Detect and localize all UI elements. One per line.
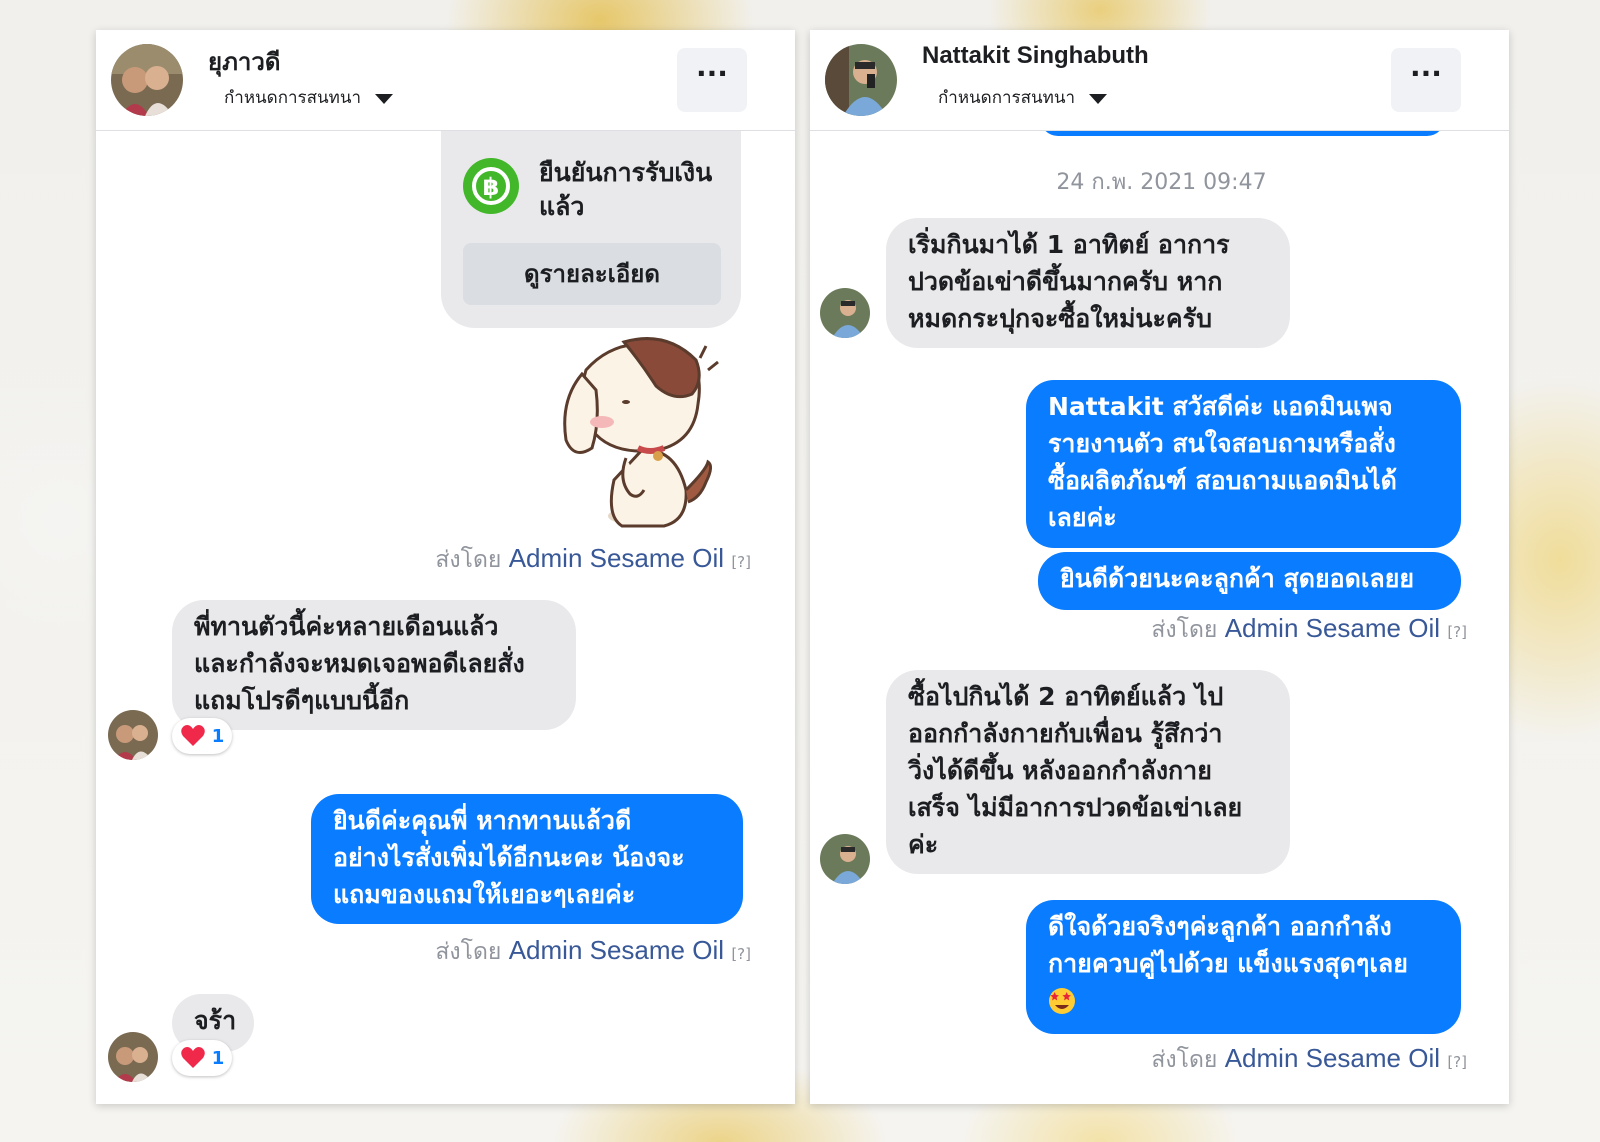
caret-down-icon [375,93,394,104]
contact-avatar-small[interactable] [108,710,158,760]
baht-payment-icon: ฿ [463,158,519,214]
outgoing-message: Nattakit สวัสดีค่ะ แอดมินเพจ รายงานตัว ส… [1026,380,1461,548]
chat-panel-right: Nattakit Singhabuth กำหนดการสนทนา ··· 24… [810,30,1509,1104]
reaction-count: 1 [211,725,225,747]
contact-name[interactable]: ยุภาวดี [208,42,280,81]
conversation-settings-dropdown[interactable]: กำหนดการสนทนา [224,84,394,111]
sent-by-label: ส่งโดย Admin Sesame Oil [?] [435,543,751,573]
contact-name[interactable]: Nattakit Singhabuth [922,42,1149,70]
chat-header: ยุภาวดี กำหนดการสนทนา ··· [96,30,795,131]
chat-header: Nattakit Singhabuth กำหนดการสนทนา ··· [810,30,1509,131]
dog-sticker [546,330,726,535]
heart-icon [180,725,205,746]
help-link[interactable]: [?] [731,945,751,963]
payment-confirmation-title: ยืนยันการรับเงิน แล้ว [539,158,713,221]
contact-avatar-small[interactable] [108,1032,158,1082]
help-link[interactable]: [?] [731,553,751,571]
star-struck-emoji [1048,982,1439,1019]
more-options-button[interactable]: ··· [677,48,747,112]
admin-name-link[interactable]: Admin Sesame Oil [509,543,724,573]
contact-avatar[interactable] [825,44,897,116]
sent-by-label: ส่งโดย Admin Sesame Oil [?] [435,935,751,965]
message-reaction[interactable]: 1 [172,718,232,754]
incoming-message: พี่ทานตัวนี้ค่ะหลายเดือนแล้ว และกำลังจะห… [172,600,576,730]
outgoing-message: ยินดีด้วยนะคะลูกค้า สุดยอดเลยย [1038,552,1461,610]
incoming-message: ซื้อไปกินได้ 2 อาทิตย์แล้ว ไป ออกกำลังกา… [886,670,1290,874]
message-timestamp: 24 ก.พ. 2021 09:47 [1056,170,1267,195]
help-link[interactable]: [?] [1447,1053,1467,1071]
sent-by-label: ส่งโดย Admin Sesame Oil [?] [1151,1043,1467,1073]
caret-down-icon [1089,93,1108,104]
conversation-settings-dropdown[interactable]: กำหนดการสนทนา [938,84,1108,111]
admin-name-link[interactable]: Admin Sesame Oil [1225,613,1440,643]
outgoing-message: ดีใจด้วยจริงๆค่ะลูกค้า ออกกำลัง กายควบคู… [1026,900,1461,1034]
more-options-button[interactable]: ··· [1391,48,1461,112]
reaction-count: 1 [211,1047,225,1069]
contact-avatar-small[interactable] [820,288,870,338]
sent-by-label: ส่งโดย Admin Sesame Oil [?] [1151,613,1467,643]
message-reaction[interactable]: 1 [172,1040,232,1076]
incoming-message: เริ่มกินมาได้ 1 อาทิตย์ อาการ ปวดข้อเข่า… [886,218,1290,348]
conversation-settings-label: กำหนดการสนทนา [224,88,362,108]
heart-icon [180,1047,205,1068]
help-link[interactable]: [?] [1447,623,1467,641]
outgoing-message: ยินดีค่ะคุณพี่ หากทานแล้วดี อย่างไรสั่งเ… [311,794,743,924]
svg-text:฿: ฿ [483,173,500,201]
view-details-button[interactable]: ดูรายละเอียด [463,243,721,305]
admin-name-link[interactable]: Admin Sesame Oil [1225,1043,1440,1073]
admin-name-link[interactable]: Admin Sesame Oil [509,935,724,965]
contact-avatar-small[interactable] [820,834,870,884]
conversation-settings-label: กำหนดการสนทนา [938,88,1076,108]
chat-panel-left: ยุภาวดี กำหนดการสนทนา ··· ฿ ยืนยันการรับ… [96,30,795,1104]
contact-avatar[interactable] [111,44,183,116]
